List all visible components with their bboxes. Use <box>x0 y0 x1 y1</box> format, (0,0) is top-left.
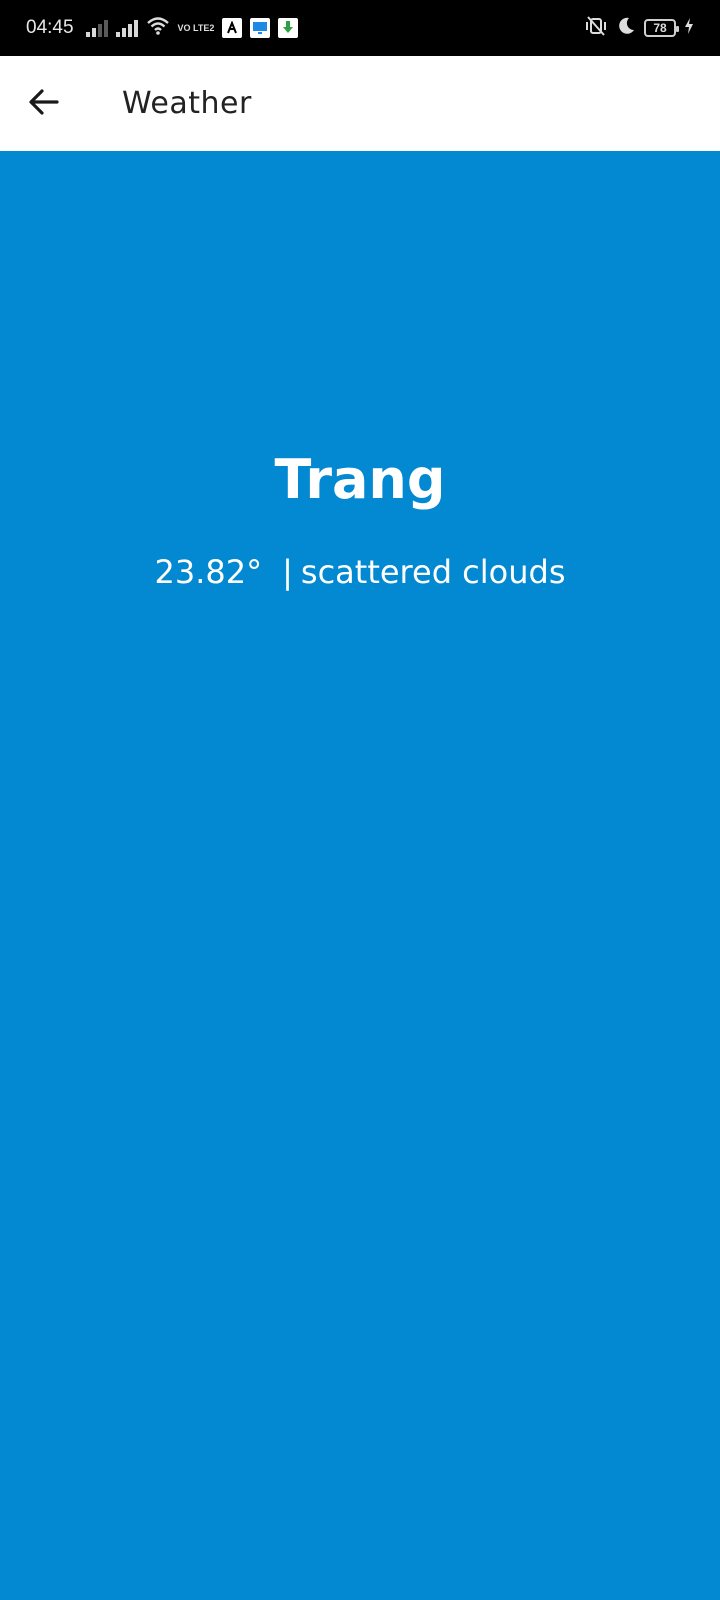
temperature: 23.82° <box>154 553 263 591</box>
weather-description: scattered clouds <box>300 553 566 591</box>
status-time: 04:45 <box>26 17 74 38</box>
battery-icon: 78 <box>644 19 679 37</box>
volte-icon: VO LTE2 <box>177 22 215 33</box>
moon-icon <box>616 16 636 40</box>
app-notification-icon <box>222 18 243 38</box>
vibrate-off-icon <box>584 16 608 40</box>
back-button[interactable] <box>16 76 72 132</box>
weather-content: Trang 23.82° | scattered clouds <box>0 151 720 1600</box>
separator: | <box>282 553 293 591</box>
weather-summary: 23.82° | scattered clouds <box>0 553 720 591</box>
wifi-icon <box>146 16 170 40</box>
arrow-left-icon <box>27 85 61 123</box>
page-title: Weather <box>122 86 252 121</box>
status-bar-right: 78 <box>584 16 694 40</box>
status-bar: 04:45 VO LTE2 78 <box>0 0 720 56</box>
city-name: Trang <box>274 448 446 511</box>
status-bar-left: 04:45 VO LTE2 <box>26 16 299 40</box>
signal-icon <box>115 19 138 37</box>
app-bar: Weather <box>0 56 720 151</box>
monitor-notification-icon <box>250 18 271 38</box>
signal-icon <box>85 19 108 37</box>
download-notification-icon <box>278 18 299 38</box>
charging-icon <box>684 18 694 38</box>
